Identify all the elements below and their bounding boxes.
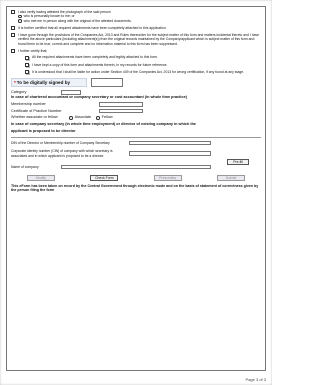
associate-radio[interactable] bbox=[69, 116, 73, 120]
cop-label: Certificate of Practice Number bbox=[11, 108, 62, 113]
attest-photo-row: I also verify having attested the photog… bbox=[11, 10, 261, 23]
further-certify-row: I further certify that; bbox=[11, 49, 261, 54]
signing-label: To be digitally signed by bbox=[16, 80, 71, 86]
check-form-button[interactable]: Check Form bbox=[90, 175, 119, 181]
eform-note: This eForm has been taken on record by t… bbox=[11, 183, 259, 193]
form-page: I also verify having attested the photog… bbox=[0, 0, 272, 385]
radio-met-label: who met me in person along with the orig… bbox=[23, 18, 132, 23]
further-certify-checkbox[interactable] bbox=[11, 49, 15, 54]
certified-attachments-text: It is further certified that all require… bbox=[18, 25, 167, 30]
sub3-row: It is understood that I shall be liable … bbox=[25, 69, 261, 75]
associate-label: Whether associate or fellow bbox=[11, 115, 58, 120]
professional-heading: In case of chartered accountant or compa… bbox=[11, 95, 187, 100]
din-label: DIN of the Director or Membership number… bbox=[11, 140, 110, 145]
fellow-option: Fellow bbox=[101, 115, 113, 120]
sub2-text: I have kept a copy of this form and atta… bbox=[32, 62, 168, 67]
cop-input[interactable] bbox=[99, 108, 143, 114]
company-name-input[interactable] bbox=[61, 164, 211, 170]
secretary-heading-2: applicant is proposed to be director bbox=[11, 129, 76, 134]
sub1-row: All the required attachments have been c… bbox=[25, 55, 261, 60]
din-input[interactable] bbox=[129, 140, 211, 146]
sub2-checkbox[interactable] bbox=[25, 62, 29, 67]
cop-row: Certificate of Practice Number bbox=[11, 109, 261, 114]
submit-button[interactable]: Submit bbox=[216, 175, 245, 181]
signing-row: * To be digitally signed by bbox=[11, 78, 261, 88]
sub2-row: I have kept a copy of this form and atta… bbox=[25, 63, 261, 67]
gone-through-text: I have gone through the provisions of th… bbox=[18, 33, 260, 46]
sub3-checkbox[interactable] bbox=[25, 70, 29, 75]
certified-attachments-row: It is further certified that all require… bbox=[11, 25, 261, 31]
associate-row: Whether associate or fellow Associate Fe… bbox=[11, 115, 261, 120]
prescrutiny-button[interactable]: Prescrutiny bbox=[153, 175, 182, 181]
further-certify-text: I further certify that; bbox=[18, 49, 48, 54]
gone-through-row: I have gone through the provisions of th… bbox=[11, 33, 261, 46]
gone-through-checkbox[interactable] bbox=[11, 33, 15, 38]
signature-box[interactable] bbox=[91, 78, 123, 88]
required-star: * bbox=[14, 80, 16, 86]
radio-known[interactable] bbox=[18, 14, 22, 19]
membership-input[interactable] bbox=[99, 101, 143, 107]
modify-button[interactable]: Modify bbox=[27, 175, 55, 181]
certified-attachments-checkbox[interactable] bbox=[11, 26, 15, 31]
fellow-radio[interactable] bbox=[96, 116, 100, 120]
prefill-button[interactable]: Pre-fill bbox=[227, 159, 249, 165]
sub1-checkbox[interactable] bbox=[25, 55, 29, 60]
cin-row: Corporate identity number (CIN) of compa… bbox=[11, 149, 261, 158]
membership-row: Membership number bbox=[11, 102, 261, 107]
page-number: Page 3 of 3 bbox=[245, 377, 266, 382]
divider bbox=[11, 136, 261, 138]
radio-met[interactable] bbox=[18, 18, 22, 23]
company-name-row: Name of company bbox=[11, 164, 261, 170]
form-content: I also verify having attested the photog… bbox=[6, 6, 266, 371]
button-bar: Modify Check Form Prescrutiny Submit bbox=[11, 175, 261, 181]
sub1-text: All the required attachments have been c… bbox=[32, 55, 158, 60]
signing-label-box: * To be digitally signed by bbox=[11, 78, 87, 88]
din-row: DIN of the Director or Membership number… bbox=[11, 140, 261, 146]
cin-input[interactable] bbox=[129, 151, 211, 157]
attest-photo-checkbox[interactable] bbox=[11, 10, 15, 15]
sub3-text: It is understood that I shall be liable … bbox=[32, 69, 245, 74]
cin-label: Corporate identity number (CIN) of compa… bbox=[11, 149, 113, 158]
secretary-heading: In case of company secretary (in whole t… bbox=[11, 122, 197, 127]
company-name-label: Name of company bbox=[11, 164, 39, 169]
associate-option: Associate bbox=[74, 115, 92, 120]
radio-met-row: who met me in person along with the orig… bbox=[18, 19, 132, 23]
membership-label: Membership number bbox=[11, 101, 46, 106]
